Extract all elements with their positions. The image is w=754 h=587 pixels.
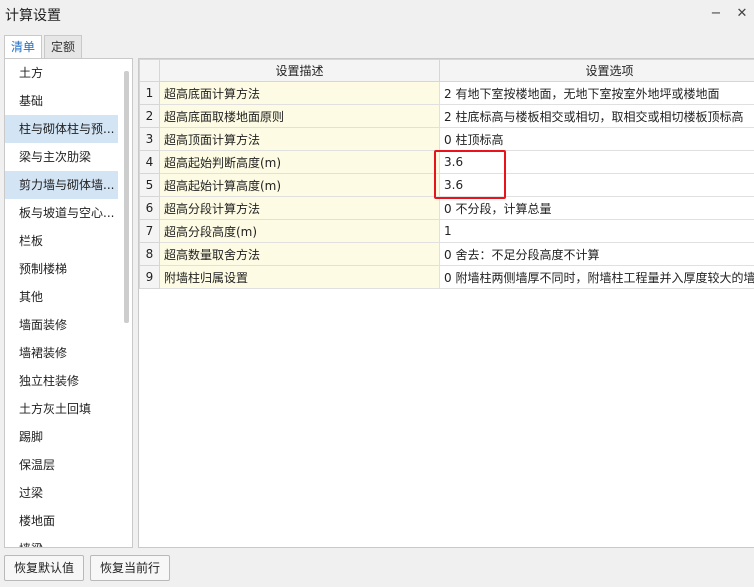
restore-default-button[interactable]: 恢复默认值: [4, 555, 85, 581]
grid-row[interactable]: 4 超高起始判断高度(m) 3.6: [139, 150, 754, 174]
option-cell[interactable]: 0 不分段，计算总量: [439, 196, 754, 220]
option-cell[interactable]: 2 有地下室按楼地面，无地下室按室外地坪或楼地面: [439, 81, 754, 105]
column-header-option[interactable]: 设置选项: [439, 59, 754, 82]
category-item[interactable]: 基础: [5, 87, 118, 115]
category-item[interactable]: 楼地面: [5, 507, 118, 535]
description-cell: 超高起始判断高度(m): [159, 150, 440, 174]
category-item[interactable]: 独立柱装修: [5, 367, 118, 395]
minimize-icon[interactable]: −: [709, 6, 723, 21]
window-title: 计算设置: [5, 8, 61, 24]
column-header-description[interactable]: 设置描述: [159, 59, 440, 82]
option-cell[interactable]: 3.6: [439, 150, 754, 174]
row-index-cell: 7: [139, 219, 160, 243]
category-item[interactable]: 预制楼梯: [5, 255, 118, 283]
description-cell: 超高分段高度(m): [159, 219, 440, 243]
grid-row[interactable]: 8 超高数量取舍方法 0 舍去：不足分段高度不计算: [139, 242, 754, 266]
option-cell[interactable]: 3.6: [439, 173, 754, 197]
category-item[interactable]: 柱与砌体柱与预...: [5, 115, 118, 143]
option-cell[interactable]: 0 附墙柱两侧墙厚不同时，附墙柱工程量并入厚度较大的墙: [439, 265, 754, 289]
description-cell: 附墙柱归属设置: [159, 265, 440, 289]
row-index-cell: 4: [139, 150, 160, 174]
description-cell: 超高数量取舍方法: [159, 242, 440, 266]
category-item[interactable]: 过梁: [5, 479, 118, 507]
grid-row[interactable]: 3 超高顶面计算方法 0 柱顶标高: [139, 127, 754, 151]
option-cell[interactable]: 0 柱顶标高: [439, 127, 754, 151]
category-item[interactable]: 墙面装修: [5, 311, 118, 339]
category-item[interactable]: 其他: [5, 283, 118, 311]
row-index-cell: 9: [139, 265, 160, 289]
restore-current-row-button[interactable]: 恢复当前行: [90, 555, 171, 581]
grid-row[interactable]: 7 超高分段高度(m) 1: [139, 219, 754, 243]
description-cell: 超高顶面计算方法: [159, 127, 440, 151]
category-item[interactable]: 墙裙装修: [5, 339, 118, 367]
description-cell: 超高底面取楼地面原则: [159, 104, 440, 128]
grid-row[interactable]: 9 附墙柱归属设置 0 附墙柱两侧墙厚不同时，附墙柱工程量并入厚度较大的墙: [139, 265, 754, 289]
category-list: 土方 基础 柱与砌体柱与预... 梁与主次肋梁 剪力墙与砌体墙... 板与坡道与空心...…: [4, 58, 133, 548]
row-index-cell: 5: [139, 173, 160, 197]
column-header-index: [139, 59, 160, 82]
row-index-cell: 1: [139, 81, 160, 105]
description-cell: 超高底面计算方法: [159, 81, 440, 105]
category-list-scrollbar[interactable]: [124, 71, 129, 323]
grid-row[interactable]: 1 超高底面计算方法 2 有地下室按楼地面，无地下室按室外地坪或楼地面: [139, 81, 754, 105]
settings-grid: 设置描述 设置选项 1 超高底面计算方法 2 有地下室按楼地面，无地下室按室外地坪或…: [138, 58, 754, 548]
grid-header-row: 设置描述 设置选项: [139, 59, 754, 82]
category-item[interactable]: 踢脚: [5, 423, 118, 451]
category-item[interactable]: 板与坡道与空心...: [5, 199, 118, 227]
row-index-cell: 3: [139, 127, 160, 151]
tab-bill[interactable]: 清单: [4, 35, 43, 60]
description-cell: 超高分段计算方法: [159, 196, 440, 220]
category-item[interactable]: 栏板: [5, 227, 118, 255]
category-item[interactable]: 剪力墙与砌体墙...: [5, 171, 118, 199]
tab-bar: 清单 定额: [4, 35, 84, 60]
grid-row[interactable]: 5 超高起始计算高度(m) 3.6: [139, 173, 754, 197]
category-item[interactable]: 梁与主次肋梁: [5, 143, 118, 171]
category-item[interactable]: 土方灰土回填: [5, 395, 118, 423]
option-cell[interactable]: 2 柱底标高与楼板相交或相切，取相交或相切楼板顶标高: [439, 104, 754, 128]
option-cell[interactable]: 1: [439, 219, 754, 243]
category-item[interactable]: 土方: [5, 59, 118, 87]
description-cell: 超高起始计算高度(m): [159, 173, 440, 197]
tab-quota[interactable]: 定额: [44, 35, 83, 59]
category-item[interactable]: 墙梁: [5, 535, 118, 547]
row-index-cell: 8: [139, 242, 160, 266]
option-cell[interactable]: 0 舍去：不足分段高度不计算: [439, 242, 754, 266]
grid-row[interactable]: 2 超高底面取楼地面原则 2 柱底标高与楼板相交或相切，取相交或相切楼板顶标高: [139, 104, 754, 128]
title-bar: 计算设置 − ✕: [0, 0, 754, 28]
row-index-cell: 6: [139, 196, 160, 220]
category-item[interactable]: 保温层: [5, 451, 118, 479]
grid-row[interactable]: 6 超高分段计算方法 0 不分段，计算总量: [139, 196, 754, 220]
row-index-cell: 2: [139, 104, 160, 128]
close-icon[interactable]: ✕: [735, 6, 749, 21]
